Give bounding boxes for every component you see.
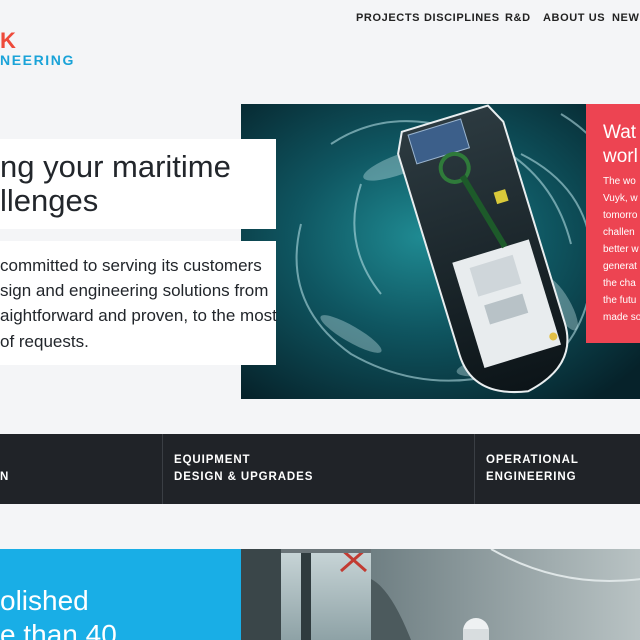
services-divider: [162, 434, 163, 504]
hero-intro: committed to serving its customers sign …: [0, 241, 277, 365]
established-panel: olished e than 40: [0, 549, 241, 640]
services-divider: [474, 434, 475, 504]
nav-item-projects[interactable]: PROJECTS: [356, 12, 420, 26]
logo-wordmark[interactable]: NEERING: [0, 52, 75, 68]
promo-heading-line-2: worl: [603, 146, 638, 167]
nav-item-rnd[interactable]: R&D: [505, 12, 531, 26]
hero-title-line-1: ng your maritime: [0, 149, 231, 184]
nav-item-news[interactable]: NEWS: [612, 12, 640, 26]
promo-text-line: better w: [603, 244, 639, 255]
service-item-equipment-line-2: DESIGN & UPGRADES: [174, 471, 314, 483]
promo-text-line: generat: [603, 261, 637, 272]
service-item-operational-line-1: OPERATIONAL: [486, 454, 579, 466]
established-line-1: olished: [0, 585, 89, 616]
hero-intro-line-2: sign and engineering solutions from: [0, 281, 269, 300]
service-item-equipment[interactable]: EQUIPMENT DESIGN & UPGRADES: [174, 454, 464, 490]
logo-mark[interactable]: K: [0, 28, 17, 54]
promo-text-line: made so: [603, 312, 640, 323]
service-item-design-line-2: N: [0, 471, 10, 483]
nav-item-about-us[interactable]: ABOUT US: [543, 12, 605, 26]
service-item-design[interactable]: N: [0, 454, 160, 490]
hero-intro-line-1: committed to serving its customers: [0, 256, 262, 275]
service-item-operational-line-2: ENGINEERING: [486, 471, 577, 483]
promo-heading-line-1: Wat: [603, 122, 637, 143]
promo-text-line: Vuyk, w: [603, 193, 638, 204]
promo-panel[interactable]: Wat worl The wo Vuyk, w tomorro challen …: [586, 104, 640, 343]
promo-text-line: the cha: [603, 278, 636, 289]
nav-item-disciplines[interactable]: DISCIPLINES: [424, 12, 500, 26]
service-item-equipment-line-1: EQUIPMENT: [174, 454, 251, 466]
service-item-operational[interactable]: OPERATIONAL ENGINEERING: [486, 454, 636, 490]
hero-intro-line-3: aightforward and proven, to the most: [0, 306, 277, 325]
promo-text-line: challen: [603, 227, 635, 238]
hero-vessel-image: [241, 104, 640, 399]
promo-text-line: The wo: [603, 176, 636, 187]
hero-title: ng your maritime llenges: [0, 139, 276, 229]
promo-text-line: tomorro: [603, 210, 638, 221]
promo-text-line: the futu: [603, 295, 637, 306]
hero-title-line-2: llenges: [0, 183, 99, 218]
shipyard-image: [241, 549, 640, 640]
hero-intro-line-4: of requests.: [0, 332, 89, 351]
established-line-2: e than 40: [0, 619, 117, 640]
